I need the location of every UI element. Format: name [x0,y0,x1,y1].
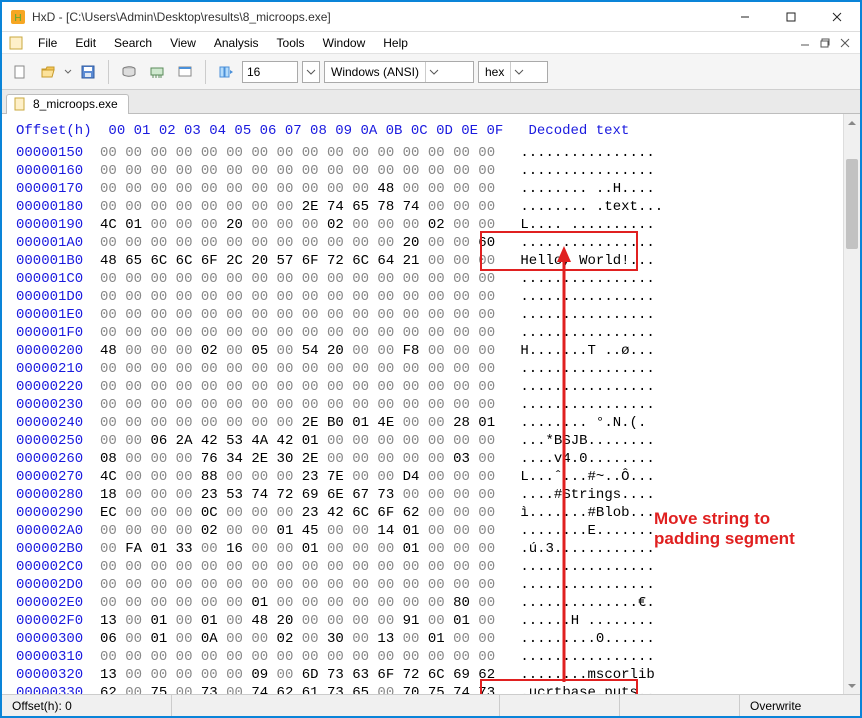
number-base-value: hex [479,65,510,79]
hex-row[interactable]: 00000320 13 00 00 00 00 00 09 00 6D 73 6… [16,666,860,684]
file-icon [13,97,27,111]
hex-row[interactable]: 00000150 00 00 00 00 00 00 00 00 00 00 0… [16,144,860,162]
child-window-icon [8,35,24,51]
vertical-scrollbar[interactable] [843,114,860,694]
hex-row[interactable]: 000001D0 00 00 00 00 00 00 00 00 00 00 0… [16,288,860,306]
hex-row[interactable]: 000001E0 00 00 00 00 00 00 00 00 00 00 0… [16,306,860,324]
hex-row[interactable]: 000002D0 00 00 00 00 00 00 00 00 00 00 0… [16,576,860,594]
hex-row[interactable]: 00000230 00 00 00 00 00 00 00 00 00 00 0… [16,396,860,414]
menu-view[interactable]: View [162,34,204,52]
hex-row[interactable]: 00000260 08 00 00 00 76 34 2E 30 2E 00 0… [16,450,860,468]
window-title: HxD - [C:\Users\Admin\Desktop\results\8_… [32,10,722,24]
process-icon[interactable] [173,60,197,84]
menu-file[interactable]: File [30,34,65,52]
menu-window[interactable]: Window [315,34,374,52]
mdi-minimize-button[interactable] [796,35,814,51]
open-button[interactable] [36,60,60,84]
hex-row[interactable]: 00000240 00 00 00 00 00 00 00 00 2E B0 0… [16,414,860,432]
file-tab-label: 8_microops.exe [33,97,118,111]
encoding-value: Windows (ANSI) [325,65,425,79]
status-length [620,695,740,716]
number-base-combo[interactable]: hex [478,61,548,83]
hex-row[interactable]: 00000250 00 00 06 2A 42 53 4A 42 01 00 0… [16,432,860,450]
status-offset: Offset(h): 0 [2,695,172,716]
hex-row[interactable]: 00000330 62 00 75 00 73 00 74 62 61 73 6… [16,684,860,694]
hex-row[interactable]: 000002A0 00 00 00 00 02 00 00 01 45 00 0… [16,522,860,540]
hex-row[interactable]: 00000300 06 00 01 00 0A 00 00 02 00 30 0… [16,630,860,648]
file-tab[interactable]: 8_microops.exe [6,94,129,114]
hex-row[interactable]: 00000170 00 00 00 00 00 00 00 00 00 00 0… [16,180,860,198]
hex-row[interactable]: 00000280 18 00 00 00 23 53 74 72 69 6E 6… [16,486,860,504]
hex-row[interactable]: 00000180 00 00 00 00 00 00 00 00 2E 74 6… [16,198,860,216]
bytes-per-row-dropdown-button[interactable] [302,61,320,83]
chevron-down-icon[interactable] [425,62,441,82]
chevron-down-icon[interactable] [510,62,526,82]
close-button[interactable] [814,2,860,32]
encoding-combo[interactable]: Windows (ANSI) [324,61,474,83]
mdi-controls [796,35,854,51]
hex-row[interactable]: 000002C0 00 00 00 00 00 00 00 00 00 00 0… [16,558,860,576]
bytes-per-row-input[interactable] [242,61,298,83]
menubar: File Edit Search View Analysis Tools Win… [2,32,860,54]
titlebar: H HxD - [C:\Users\Admin\Desktop\results\… [2,2,860,32]
open-dropdown-icon[interactable] [64,64,72,80]
hex-row[interactable]: 000002F0 13 00 01 00 01 00 48 20 00 00 0… [16,612,860,630]
svg-text:H: H [14,13,21,24]
hex-row[interactable]: 000001C0 00 00 00 00 00 00 00 00 00 00 0… [16,270,860,288]
menu-help[interactable]: Help [375,34,416,52]
toolbar: Windows (ANSI) hex [2,54,860,90]
scroll-up-button[interactable] [844,114,861,131]
app-icon: H [10,9,26,25]
hex-row[interactable]: 000001A0 00 00 00 00 00 00 00 00 00 00 0… [16,234,860,252]
hex-row[interactable]: 000002E0 00 00 00 00 00 00 01 00 00 00 0… [16,594,860,612]
hex-row[interactable]: 00000270 4C 00 00 00 88 00 00 00 23 7E 0… [16,468,860,486]
hex-row[interactable]: 00000290 EC 00 00 00 0C 00 00 00 23 42 6… [16,504,860,522]
status-block [500,695,620,716]
hex-row[interactable]: 00000210 00 00 00 00 00 00 00 00 00 00 0… [16,360,860,378]
menu-tools[interactable]: Tools [269,34,313,52]
columns-icon[interactable] [214,60,238,84]
disk-icon[interactable] [117,60,141,84]
status-mode[interactable]: Overwrite [740,695,860,716]
mdi-close-button[interactable] [836,35,854,51]
maximize-button[interactable] [768,2,814,32]
menu-edit[interactable]: Edit [67,34,104,52]
scrollbar-thumb[interactable] [846,159,858,249]
hex-row[interactable]: 00000190 4C 01 00 00 00 20 00 00 00 02 0… [16,216,860,234]
hex-row[interactable]: 000001F0 00 00 00 00 00 00 00 00 00 00 0… [16,324,860,342]
mdi-restore-button[interactable] [816,35,834,51]
save-button[interactable] [76,60,100,84]
hex-editor[interactable]: Offset(h) 00 01 02 03 04 05 06 07 08 09 … [2,114,860,694]
menu-search[interactable]: Search [106,34,160,52]
statusbar: Offset(h): 0 Overwrite [2,694,860,716]
hex-row[interactable]: 000001B0 48 65 6C 6C 6F 2C 20 57 6F 72 6… [16,252,860,270]
ram-icon[interactable] [145,60,169,84]
menu-analysis[interactable]: Analysis [206,34,267,52]
hex-row[interactable]: 00000160 00 00 00 00 00 00 00 00 00 00 0… [16,162,860,180]
tabstrip: 8_microops.exe [2,90,860,114]
scroll-down-button[interactable] [844,677,861,694]
hex-row[interactable]: 00000310 00 00 00 00 00 00 00 00 00 00 0… [16,648,860,666]
hex-row[interactable]: 00000220 00 00 00 00 00 00 00 00 00 00 0… [16,378,860,396]
new-button[interactable] [8,60,32,84]
hex-header: Offset(h) 00 01 02 03 04 05 06 07 08 09 … [16,122,860,140]
minimize-button[interactable] [722,2,768,32]
hex-row[interactable]: 00000200 48 00 00 00 02 00 05 00 54 20 0… [16,342,860,360]
scrollbar-track[interactable] [844,131,860,677]
hex-row[interactable]: 000002B0 00 FA 01 33 00 16 00 00 01 00 0… [16,540,860,558]
